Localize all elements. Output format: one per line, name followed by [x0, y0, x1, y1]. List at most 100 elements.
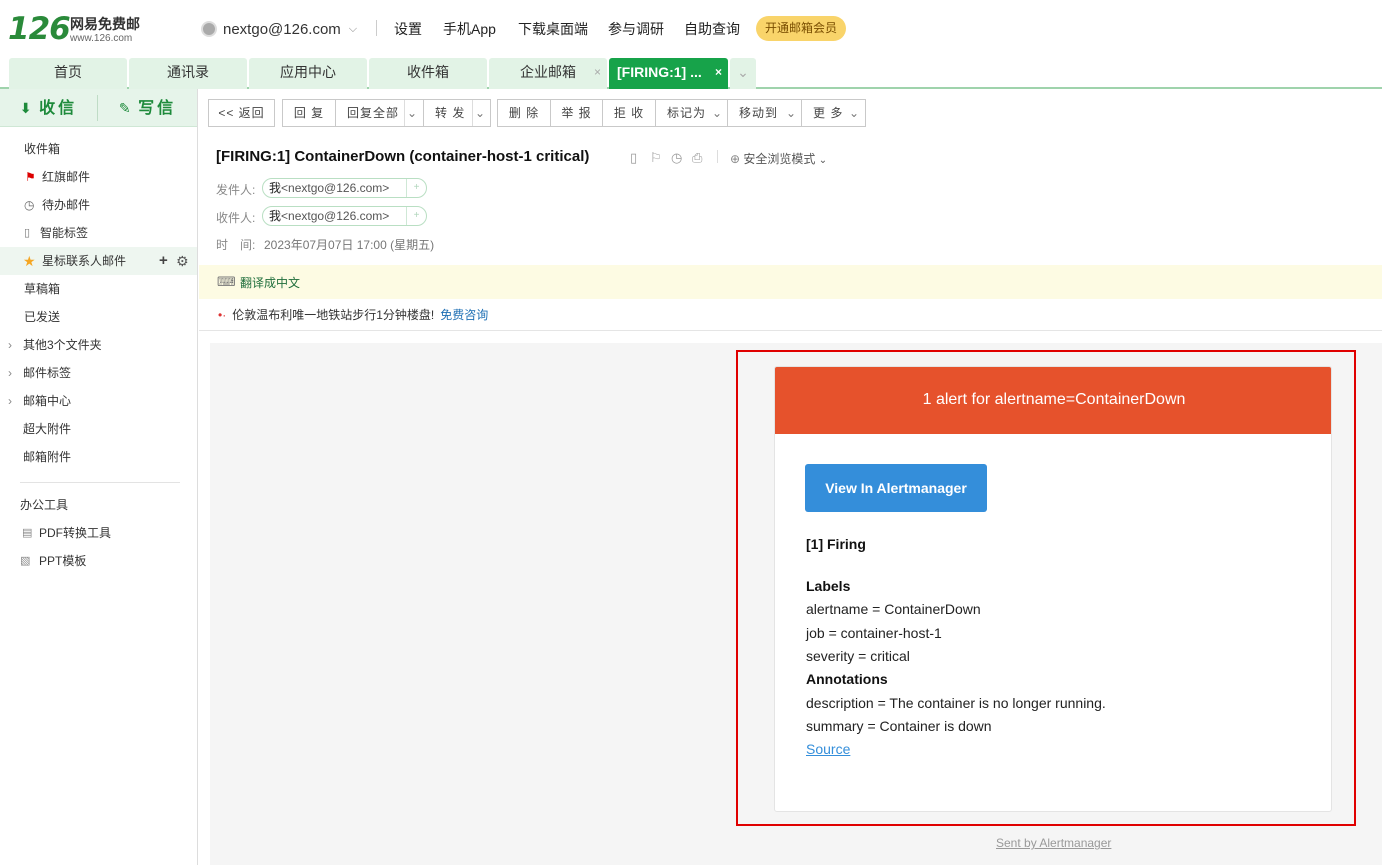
ad-text[interactable]: 伦敦温布利唯一地铁站步行1分钟楼盘!: [232, 308, 434, 322]
write-button[interactable]: ✎ 写信: [98, 89, 197, 127]
vip-button[interactable]: 开通邮箱会员: [756, 16, 846, 41]
bookmark-icon: ▯: [24, 227, 31, 239]
red-flag-icon: ⚑: [25, 170, 36, 184]
tab-bar: 首页 通讯录 应用中心 收件箱 企业邮箱 × [FIRING:1] ... × ⌄: [0, 56, 1382, 89]
logo-domain: www.126.com: [70, 33, 133, 44]
chevron-down-icon[interactable]: ⌄: [475, 100, 486, 126]
sidebar-item-large-attachments[interactable]: 超大附件: [0, 415, 197, 443]
mark-as-button[interactable]: 标记为 ⌄: [655, 99, 728, 127]
sent-by-link[interactable]: Sent by Alertmanager: [996, 836, 1111, 850]
sidebar-item-label: 红旗邮件: [42, 170, 91, 184]
receive-label: 收信: [39, 100, 78, 117]
tab-more-button[interactable]: ⌄: [730, 58, 756, 89]
reply-all-label: 回复全部: [347, 106, 400, 120]
settings-link[interactable]: 设置: [394, 19, 422, 39]
bookmark-icon[interactable]: ▯: [630, 150, 637, 166]
sidebar-item-starred-contacts[interactable]: ★ 星标联系人邮件 + ⚙: [0, 247, 197, 275]
account-menu[interactable]: nextgo@126.com ⌵: [201, 19, 357, 39]
back-button[interactable]: << 返回: [208, 99, 275, 127]
sidebar-item-other-folders[interactable]: › 其他3个文件夹: [0, 331, 197, 359]
tab-contacts[interactable]: 通讯录: [129, 58, 247, 89]
tab-enterprise-mail[interactable]: 企业邮箱 ×: [489, 58, 607, 89]
top-header: 126 网易免费邮 www.126.com nextgo@126.com ⌵ 设…: [0, 0, 1382, 56]
divider: [472, 100, 473, 126]
chevron-down-icon: ⌄: [818, 155, 828, 166]
sidebar-item-todo[interactable]: ◷ 待办邮件: [0, 191, 197, 219]
delete-button[interactable]: 删 除: [497, 99, 551, 127]
divider: [404, 100, 405, 126]
chevron-down-icon: ⌄: [849, 106, 861, 120]
header-divider: [376, 20, 377, 36]
add-contact-icon[interactable]: +: [406, 207, 426, 225]
print-icon[interactable]: ⎙: [692, 150, 702, 166]
gear-icon[interactable]: ⚙: [176, 247, 189, 275]
clock-icon[interactable]: ◷: [671, 150, 682, 166]
sender-name: 我: [269, 181, 282, 195]
receive-button[interactable]: ⬇ 收信: [0, 89, 97, 127]
translate-icon: ⌨: [217, 274, 236, 289]
mark-as-label: 标记为: [667, 106, 707, 120]
chevron-right-icon: ›: [8, 338, 12, 352]
tool-label: PPT模板: [39, 554, 87, 568]
sidebar-item-label: 其他3个文件夹: [23, 338, 102, 352]
more-button[interactable]: 更 多 ⌄: [801, 99, 866, 127]
sidebar-item-label: 智能标签: [40, 226, 89, 240]
add-icon[interactable]: +: [159, 247, 168, 275]
tool-ppt-templates[interactable]: ▧ PPT模板: [0, 547, 197, 575]
tab-label: [FIRING:1] ...: [617, 64, 702, 80]
divider: [199, 330, 1382, 331]
reply-all-button[interactable]: 回复全部 ⌄: [335, 99, 424, 127]
tab-label: 通讯录: [167, 64, 209, 80]
account-email: nextgo@126.com: [223, 20, 341, 38]
divider: [717, 150, 718, 163]
sender-chip[interactable]: 我<nextgo@126.com> +: [262, 178, 427, 198]
forward-button[interactable]: 转 发 ⌄: [423, 99, 491, 127]
recipient-chip[interactable]: 我<nextgo@126.com> +: [262, 206, 427, 226]
from-label: 发件人:: [216, 183, 256, 197]
translate-bar: ⌨ 翻译成中文: [199, 265, 1382, 299]
sidebar-item-mail-tags[interactable]: › 邮件标签: [0, 359, 197, 387]
report-button[interactable]: 举 报: [550, 99, 603, 127]
pdf-file-icon: ▤: [22, 527, 33, 539]
desktop-download-link[interactable]: 下载桌面端: [518, 19, 588, 39]
sidebar-item-drafts[interactable]: 草稿箱: [0, 275, 197, 303]
tab-inbox[interactable]: 收件箱: [369, 58, 487, 89]
reject-button[interactable]: 拒 收: [602, 99, 656, 127]
close-icon[interactable]: ×: [715, 58, 722, 87]
tab-app-center[interactable]: 应用中心: [249, 58, 367, 89]
chevron-right-icon: ›: [8, 366, 12, 380]
sidebar-item-mail-center[interactable]: › 邮箱中心: [0, 387, 197, 415]
close-icon[interactable]: ×: [594, 58, 601, 87]
survey-link[interactable]: 参与调研: [608, 19, 664, 39]
flag-icon[interactable]: ⚐: [650, 150, 662, 166]
office-tools-label: 办公工具: [20, 498, 69, 512]
pencil-icon: ✎: [118, 100, 131, 116]
sidebar-item-flagged[interactable]: ⚑ 红旗邮件: [0, 163, 197, 191]
self-service-link[interactable]: 自助查询: [684, 19, 740, 39]
sidebar-item-inbox[interactable]: 收件箱: [0, 135, 197, 163]
sidebar-item-label: 邮箱中心: [23, 394, 72, 408]
divider: [20, 482, 180, 483]
chevron-down-icon: ⌄: [712, 106, 724, 120]
sidebar-item-mail-attachments[interactable]: 邮箱附件: [0, 443, 197, 471]
reply-button[interactable]: 回 复: [282, 99, 336, 127]
inbox-tray-icon: ⬇: [19, 100, 32, 116]
sidebar-item-smart-tags[interactable]: ▯ 智能标签: [0, 219, 197, 247]
translate-link[interactable]: 翻译成中文: [240, 274, 300, 291]
ad-link[interactable]: 免费咨询: [440, 308, 488, 322]
tab-label: 收件箱: [407, 64, 449, 80]
safe-browsing-toggle[interactable]: ⊕ 安全浏览模式 ⌄: [730, 150, 827, 167]
avatar: [201, 21, 217, 37]
chevron-down-icon[interactable]: ⌄: [407, 100, 418, 126]
logo-name: 网易免费邮: [70, 16, 140, 32]
move-to-button[interactable]: 移动到 ⌄: [727, 99, 802, 127]
add-contact-icon[interactable]: +: [406, 179, 426, 197]
star-icon: ★: [23, 253, 36, 269]
tool-pdf-converter[interactable]: ▤ PDF转换工具: [0, 519, 197, 547]
tab-home[interactable]: 首页: [9, 58, 127, 89]
ppt-template-icon: ▧: [20, 555, 31, 567]
tab-current-mail[interactable]: [FIRING:1] ... ×: [609, 58, 728, 89]
highlight-box: [736, 350, 1356, 826]
mobile-app-link[interactable]: 手机App: [443, 19, 496, 39]
sidebar-item-sent[interactable]: 已发送: [0, 303, 197, 331]
